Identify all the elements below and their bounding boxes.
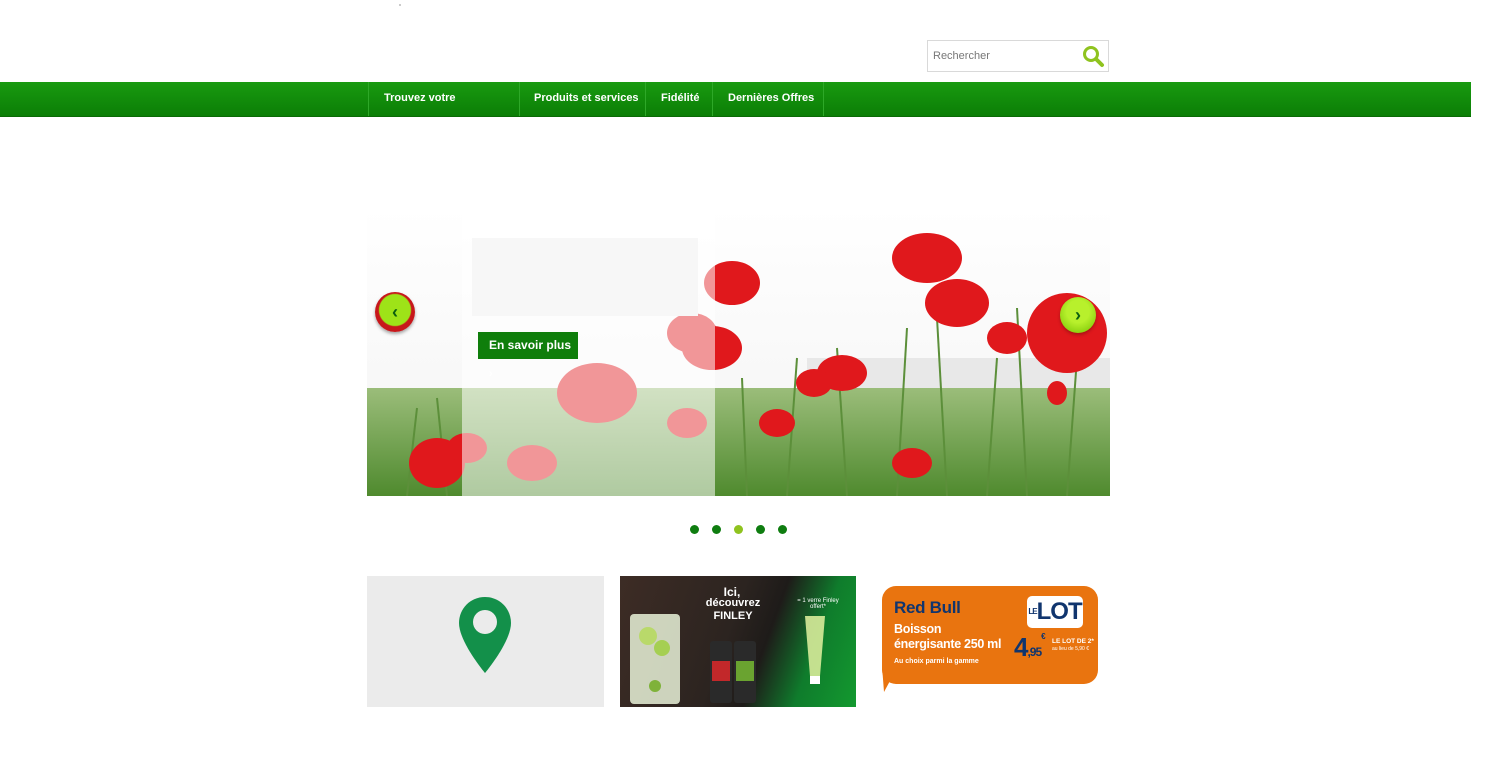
- magnifier-icon: [1083, 46, 1104, 67]
- slider-dot-4[interactable]: [756, 525, 765, 534]
- finley-offer: = 1 verre Finley offert*: [797, 598, 839, 611]
- redbull-offer-tile[interactable]: Red Bull Boisson énergisante 250 ml Au c…: [880, 576, 1100, 707]
- nav-item-produits[interactable]: Produits et services: [519, 82, 646, 116]
- redbull-price: 4,95 €: [1014, 632, 1046, 663]
- au-lieu-label: au lieu de 5,90 €: [1052, 645, 1089, 652]
- cta-label: En savoir plus: [489, 338, 572, 352]
- en-savoir-plus-button[interactable]: En savoir plus ›: [478, 332, 578, 380]
- slider-prev-button[interactable]: ‹: [375, 292, 415, 332]
- nav-item-label: Fidélité: [661, 92, 700, 104]
- chevron-right-icon: ›: [489, 368, 493, 380]
- finley-headline-2: découvrez: [705, 597, 761, 609]
- search-input[interactable]: [928, 41, 1083, 71]
- nav-item-offres[interactable]: Dernières Offres: [712, 82, 824, 116]
- redbull-subtitle-1: Boisson: [894, 622, 942, 636]
- lot-label: LOT: [1036, 598, 1083, 625]
- price-decimals: ,95: [1027, 645, 1042, 659]
- slider-next-button[interactable]: ›: [1060, 297, 1096, 333]
- slider-dot-3[interactable]: [734, 525, 743, 534]
- redbull-title: Red Bull: [894, 598, 961, 617]
- price-main: 4: [1014, 632, 1029, 662]
- slider-dot-5[interactable]: [778, 525, 787, 534]
- chevron-right-icon: ›: [1075, 305, 1081, 325]
- hero-slider: En savoir plus ›: [367, 208, 1110, 496]
- slide-caption-title-area: [472, 238, 698, 316]
- slider-dot-1[interactable]: [690, 525, 699, 534]
- redbull-lot-de: LE LOT DE 2* au lieu de 5,90 €: [1052, 638, 1098, 652]
- redbull-subtitle-2: énergisante 250 ml: [894, 637, 1002, 652]
- main-navbar: Trouvez votre Produits et services Fidél…: [0, 82, 1471, 117]
- chevron-left-icon: ‹: [392, 302, 398, 322]
- slider-dot-2[interactable]: [712, 525, 721, 534]
- store-locator-tile[interactable]: [367, 576, 604, 707]
- redbull-note: Au choix parmi la gamme: [894, 658, 979, 665]
- price-currency: €: [1041, 632, 1046, 641]
- lot-de-label: LE LOT DE 2*: [1052, 638, 1094, 645]
- map-pin-icon: [459, 597, 511, 673]
- lot-prefix: LE: [1028, 607, 1037, 616]
- speech-tail: [882, 666, 898, 692]
- nav-item-trouvez[interactable]: Trouvez votre: [368, 82, 520, 116]
- nav-item-label: Produits et services: [534, 92, 639, 104]
- nav-item-fidelite[interactable]: Fidélité: [645, 82, 713, 116]
- lot-badge: LELOT: [1027, 596, 1083, 628]
- top-dot: [399, 4, 401, 6]
- nav-item-label: Dernières Offres: [728, 92, 815, 104]
- nav-item-label: Trouvez votre: [384, 92, 456, 104]
- search-button[interactable]: [1081, 44, 1105, 68]
- finley-brand: FINLEY: [713, 610, 753, 622]
- search-box: [927, 40, 1109, 72]
- finley-promo-tile[interactable]: Ici, découvrez FINLEY = 1 verre Finley o…: [620, 576, 856, 707]
- redbull-subtitle: Boisson énergisante 250 ml: [894, 622, 1004, 653]
